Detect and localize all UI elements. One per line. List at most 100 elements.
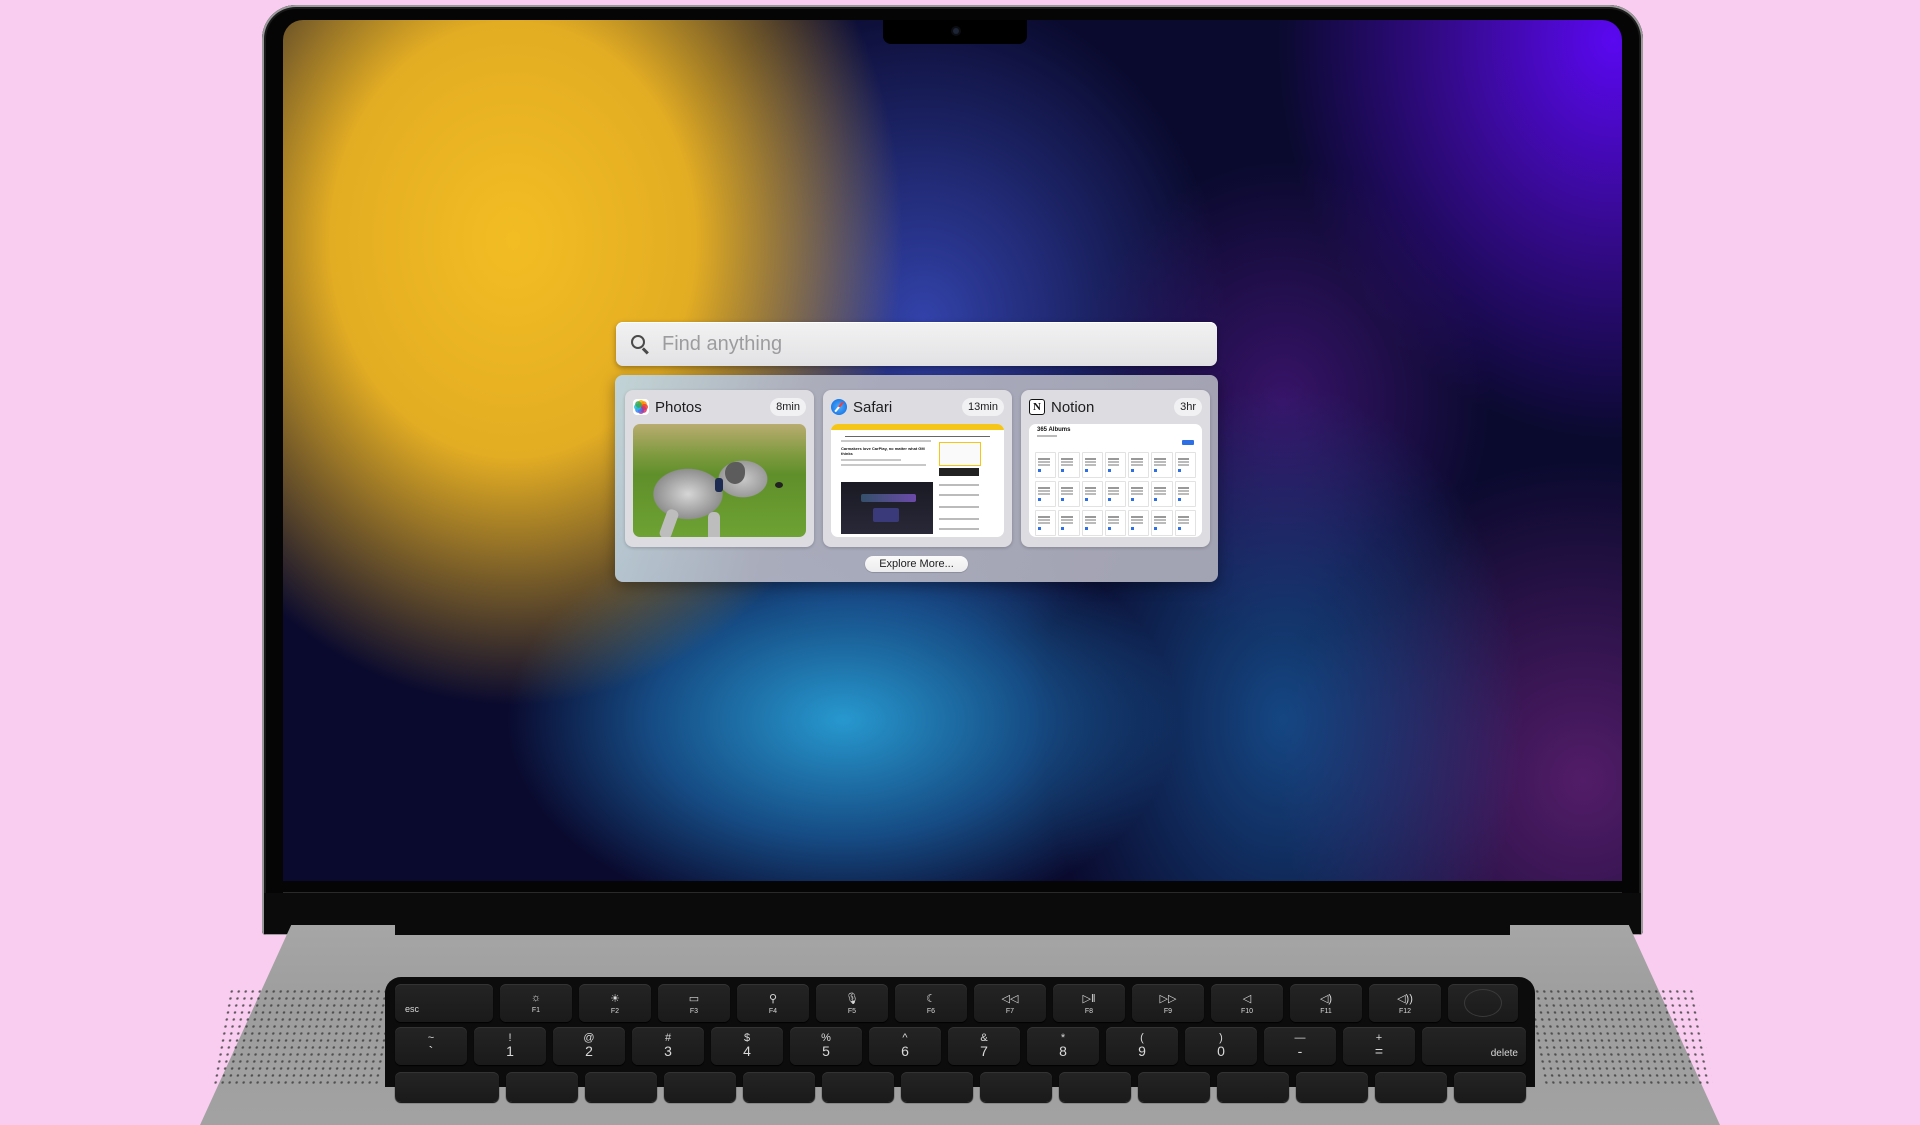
- explore-more-button[interactable]: Explore More...: [865, 556, 968, 572]
- calendar-cell: [1128, 452, 1150, 478]
- key-8[interactable]: * 8: [1027, 1027, 1099, 1065]
- key-f7[interactable]: ◁◁ F7: [974, 984, 1046, 1022]
- notion-page-title: 365 Albums: [1037, 427, 1071, 433]
- dog-nose: [775, 482, 783, 488]
- text-line: [841, 440, 931, 442]
- key-i[interactable]: [1059, 1072, 1131, 1102]
- key-e[interactable]: [664, 1072, 736, 1102]
- notion-icon: N: [1029, 399, 1045, 415]
- key-label: F6: [926, 1007, 936, 1015]
- key-label: 5: [822, 1043, 830, 1060]
- notion-new-button: [1182, 440, 1194, 445]
- key-f5[interactable]: 🎙 F5: [816, 984, 888, 1022]
- app-card-safari[interactable]: Safari 13min Carmakers love CarPlay, no …: [823, 390, 1012, 547]
- app-card-notion[interactable]: N Notion 3hr 365 Albums: [1021, 390, 1210, 547]
- key-label: 7: [980, 1043, 988, 1060]
- key-o[interactable]: [1138, 1072, 1210, 1102]
- dog-ear: [725, 462, 745, 484]
- key-label: 1: [506, 1043, 514, 1060]
- key-label: F1: [531, 1007, 541, 1014]
- touch-id-key[interactable]: [1448, 984, 1518, 1022]
- key-0[interactable]: ) 0: [1185, 1027, 1257, 1065]
- camera-icon: [953, 28, 960, 34]
- key-4[interactable]: $4: [711, 1027, 783, 1065]
- key-f10[interactable]: ◁ F10: [1211, 984, 1283, 1022]
- key-f4[interactable]: ⚲ F4: [737, 984, 809, 1022]
- key-7[interactable]: & 7: [948, 1027, 1020, 1065]
- key-r[interactable]: [743, 1072, 815, 1102]
- microphone-icon: 🎙: [845, 992, 859, 1005]
- calendar-cell: [1035, 452, 1057, 478]
- sidebar-promo: [939, 468, 979, 476]
- speaker-grille-left: [211, 988, 399, 1088]
- card-header: N Notion 3hr: [1029, 398, 1202, 416]
- key-1[interactable]: ! 1: [474, 1027, 546, 1065]
- calendar-cell: [1104, 481, 1127, 507]
- mission-control-icon: ▭: [688, 992, 700, 1005]
- key-f1[interactable]: ☼ F1: [500, 984, 572, 1022]
- calendar-cell: [1174, 481, 1196, 507]
- key-f11[interactable]: ◁) F11: [1290, 984, 1362, 1022]
- dog-leg: [658, 507, 680, 537]
- key-f3[interactable]: ▭ F3: [658, 984, 730, 1022]
- key-p[interactable]: [1217, 1072, 1289, 1102]
- key-6[interactable]: ^ 6: [869, 1027, 941, 1065]
- key-right-bracket[interactable]: [1375, 1072, 1447, 1102]
- dog-leg: [708, 512, 720, 537]
- key-left-bracket[interactable]: [1296, 1072, 1368, 1102]
- key-label: F5: [847, 1007, 857, 1015]
- search-bar[interactable]: [616, 322, 1217, 366]
- key-label: =: [1374, 1043, 1384, 1060]
- recent-apps-panel: Photos 8min Safari 13min Carmakers love …: [615, 375, 1218, 582]
- calendar-cell: [1035, 510, 1057, 536]
- calendar-grid: [1035, 452, 1196, 537]
- brightness-up-icon: ☀: [610, 992, 620, 1005]
- key-y[interactable]: [901, 1072, 973, 1102]
- article-headline: Carmakers love CarPlay, no matter what G…: [841, 446, 925, 456]
- key-minus[interactable]: — -: [1264, 1027, 1336, 1065]
- key-esc[interactable]: esc: [395, 984, 493, 1022]
- key-2[interactable]: @2: [553, 1027, 625, 1065]
- key-equals[interactable]: + =: [1343, 1027, 1415, 1065]
- brightness-down-icon: ☼: [530, 992, 542, 1004]
- last-used-badge: 3hr: [1174, 398, 1202, 416]
- key-backtick[interactable]: ~ `: [395, 1027, 467, 1065]
- key-f2[interactable]: ☀ F2: [579, 984, 651, 1022]
- key-u[interactable]: [980, 1072, 1052, 1102]
- calendar-cell: [1128, 481, 1150, 507]
- key-label: F3: [689, 1007, 699, 1015]
- key-5[interactable]: % 5: [790, 1027, 862, 1065]
- key-f12[interactable]: ◁)) F12: [1369, 984, 1441, 1022]
- sidebar-link: [939, 494, 979, 496]
- last-used-badge: 13min: [962, 398, 1004, 416]
- search-input[interactable]: [660, 331, 1217, 357]
- key-f8[interactable]: ▷‖ F8: [1053, 984, 1125, 1022]
- key-q[interactable]: [506, 1072, 578, 1102]
- key-w[interactable]: [585, 1072, 657, 1102]
- site-nav-bar: [831, 424, 1004, 430]
- key-tab[interactable]: [395, 1072, 499, 1102]
- key-label: 3: [664, 1043, 672, 1060]
- key-f9[interactable]: ▷▷ F9: [1132, 984, 1204, 1022]
- photos-icon: [633, 399, 649, 415]
- key-t[interactable]: [822, 1072, 894, 1102]
- key-label: 9: [1138, 1043, 1146, 1060]
- calendar-cell: [1174, 510, 1196, 536]
- key-label: `: [428, 1043, 434, 1060]
- key-3[interactable]: #3: [632, 1027, 704, 1065]
- calendar-cell: [1081, 510, 1103, 536]
- app-card-photos[interactable]: Photos 8min: [625, 390, 814, 547]
- key-label: 4: [743, 1043, 751, 1060]
- webpage-preview-thumbnail: Carmakers love CarPlay, no matter what G…: [831, 424, 1004, 537]
- key-delete[interactable]: delete: [1422, 1027, 1526, 1065]
- key-backslash[interactable]: [1454, 1072, 1526, 1102]
- key-label: 6: [901, 1043, 909, 1060]
- calendar-cell: [1035, 481, 1057, 507]
- safari-icon: [831, 399, 847, 415]
- key-label: 8: [1059, 1043, 1067, 1060]
- last-used-badge: 8min: [770, 398, 806, 416]
- function-key-row: esc ☼ F1 ☀ F2 ▭ F3 ⚲ F4 🎙 F5 ☾ F6 ◁◁ F7 ▷‖ F8 ▷▷…: [395, 984, 1518, 1022]
- key-9[interactable]: (9: [1106, 1027, 1178, 1065]
- dog-collar: [715, 478, 723, 492]
- key-f6[interactable]: ☾ F6: [895, 984, 967, 1022]
